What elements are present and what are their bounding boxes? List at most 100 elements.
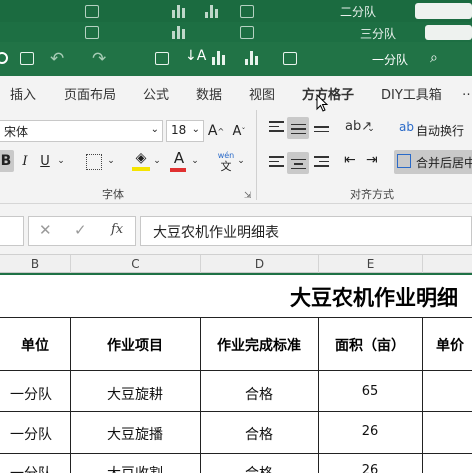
autosave-icon[interactable] [0, 52, 8, 64]
table-cell[interactable]: 一分队 [0, 424, 62, 444]
align-center-button[interactable] [287, 152, 309, 174]
column-header-e[interactable]: E [319, 255, 423, 273]
insert-function-button[interactable]: fx [111, 222, 123, 237]
main-titlebar: ↶ ↷ ↓A 一分队 ⌕ [0, 42, 472, 76]
table-cell[interactable]: 26 [318, 424, 422, 439]
column-header-b[interactable]: B [0, 255, 71, 273]
align-bottom-icon[interactable] [314, 126, 329, 138]
worksheet-grid[interactable]: 大豆农机作业明细 单位 作业项目 作业完成标准 面积（亩） 单价 一分队 大豆旋… [0, 273, 472, 473]
sort-icon[interactable]: ↓A [185, 48, 206, 64]
chart-icon [172, 25, 185, 39]
file-icon[interactable] [155, 52, 169, 65]
shrink-font-button[interactable]: Aˇ [230, 120, 248, 142]
cancel-icon[interactable]: ✕ [39, 221, 52, 239]
window-title: 二分队 [340, 5, 377, 19]
tab-insert[interactable]: 插入 [10, 84, 36, 103]
chevron-down-icon[interactable]: ⌄ [366, 118, 376, 140]
grow-font-button[interactable]: A ^ [208, 120, 224, 142]
font-size-select[interactable]: 18 ⌄ [166, 120, 204, 142]
align-right-icon[interactable] [314, 156, 329, 168]
tab-more[interactable]: … [462, 84, 472, 99]
font-group-label: 字体 [102, 188, 124, 201]
file-icon [85, 5, 99, 18]
chevron-down-icon[interactable]: ⌄ [236, 150, 246, 172]
tab-view[interactable]: 视图 [249, 84, 275, 103]
chart-icon [205, 4, 218, 18]
align-top-icon[interactable] [269, 121, 284, 133]
table-cell[interactable]: 65 [318, 384, 422, 399]
bold-button[interactable]: B [0, 150, 14, 172]
wrap-text-icon[interactable]: ab [399, 120, 414, 134]
tab-diy-toolbox[interactable]: DIY工具箱 [381, 84, 442, 103]
confirm-icon[interactable]: ✓ [74, 221, 87, 239]
table-cell[interactable]: 大豆收割 [70, 463, 200, 473]
table-cell[interactable]: 大豆旋播 [70, 424, 200, 444]
tab-page-layout[interactable]: 页面布局 [64, 84, 116, 103]
table-cell[interactable]: 大豆旋耕 [70, 384, 200, 404]
header-price[interactable]: 单价 [436, 335, 464, 355]
column-header-c[interactable]: C [71, 255, 201, 273]
align-middle-button[interactable] [287, 117, 309, 139]
chart-icon[interactable] [245, 51, 258, 65]
underline-button[interactable]: U [38, 150, 52, 172]
search-icon[interactable]: ⌕ [430, 50, 438, 66]
selected-row-border [0, 273, 472, 275]
decrease-indent-icon[interactable]: ⇤ [344, 152, 356, 168]
file-icon [85, 26, 99, 39]
sheet-title[interactable]: 大豆农机作业明细 [290, 282, 458, 312]
background-window-titlebar-1: 二分队 [0, 0, 472, 22]
wrap-text-button[interactable]: 自动换行 [416, 122, 464, 139]
header-standard[interactable]: 作业完成标准 [200, 335, 318, 355]
chart-icon[interactable] [212, 51, 225, 65]
chevron-down-icon: ⌄ [191, 124, 200, 135]
column-header-f[interactable] [423, 255, 472, 273]
table-border [422, 317, 423, 473]
phonetic-button[interactable]: wén 文 [216, 151, 236, 175]
chevron-down-icon[interactable]: ⌄ [56, 150, 66, 172]
header-area[interactable]: 面积（亩） [318, 335, 422, 355]
table-cell[interactable]: 合格 [200, 463, 318, 473]
chevron-down-icon[interactable]: ⌄ [106, 150, 116, 172]
textbox-icon [240, 5, 254, 18]
fill-color-button[interactable]: ◈ [132, 150, 150, 174]
formula-input[interactable]: 大豆农机作业明细表 [140, 216, 472, 246]
header-task[interactable]: 作业项目 [70, 335, 200, 355]
table-cell[interactable]: 合格 [200, 384, 318, 404]
header-unit[interactable]: 单位 [0, 335, 70, 355]
search-box[interactable] [425, 25, 472, 40]
chevron-down-icon[interactable]: ⌄ [190, 150, 200, 172]
save-icon[interactable] [20, 52, 34, 65]
table-cell[interactable]: 一分队 [0, 384, 62, 404]
chevron-down-icon: ⌄ [150, 124, 159, 135]
window-title: 三分队 [360, 27, 397, 41]
italic-button[interactable]: I [18, 150, 32, 172]
increase-indent-icon[interactable]: ⇥ [366, 152, 378, 168]
background-window-titlebar-2: 三分队 [0, 22, 472, 42]
undo-icon[interactable]: ↶ [50, 49, 64, 69]
tab-formulas[interactable]: 公式 [143, 84, 169, 103]
redo-icon[interactable]: ↷ [92, 49, 106, 69]
name-box[interactable] [0, 216, 24, 246]
mouse-cursor-icon [316, 94, 329, 112]
table-cell[interactable]: 一分队 [0, 463, 62, 473]
borders-icon[interactable] [86, 154, 102, 170]
formula-bar: ✕ ✓ fx 大豆农机作业明细表 [0, 204, 472, 254]
chevron-down-icon[interactable]: ⌄ [152, 150, 162, 172]
table-cell[interactable]: 26 [318, 463, 422, 473]
column-header-d[interactable]: D [201, 255, 319, 273]
tab-data[interactable]: 数据 [196, 84, 222, 103]
alignment-group-label: 对齐方式 [350, 188, 394, 201]
ribbon-home: 宋体 ⌄ 18 ⌄ A ^ Aˇ B I U ⌄ ⌄ ◈ ⌄ A ⌄ wén 文 ⌄ … [0, 106, 472, 204]
merge-center-button[interactable]: 合并后居中 [394, 150, 472, 174]
font-name-select[interactable]: 宋体 ⌄ [0, 120, 163, 142]
column-headers: B C D E [0, 254, 472, 273]
font-color-button[interactable]: A [170, 150, 188, 174]
textbox-icon[interactable] [283, 52, 297, 65]
align-left-icon[interactable] [269, 156, 284, 168]
merge-icon [397, 154, 411, 168]
textbox-icon [240, 26, 254, 39]
window-title: 一分队 [372, 53, 409, 67]
dialog-launcher-icon[interactable]: ⇲ [244, 191, 252, 201]
search-box[interactable] [415, 3, 472, 19]
table-cell[interactable]: 合格 [200, 424, 318, 444]
